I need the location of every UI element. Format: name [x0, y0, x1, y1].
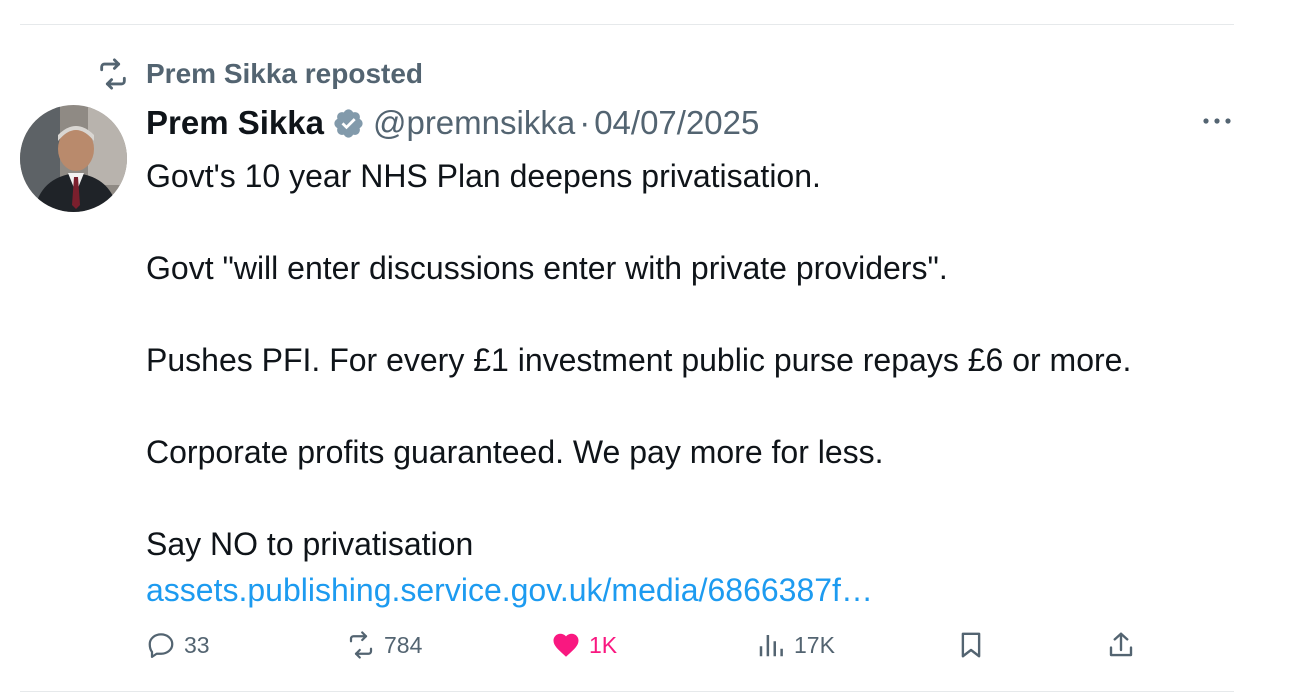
share-button[interactable]	[1106, 625, 1136, 665]
tweet-line-break	[146, 291, 1216, 337]
tweet-line-break	[146, 199, 1216, 245]
tweet-line: Govt's 10 year NHS Plan deepens privatis…	[146, 158, 821, 194]
tweet-link[interactable]: assets.publishing.service.gov.uk/media/6…	[146, 567, 1216, 613]
tweet-card[interactable]: Prem Sikka reposted Prem Sikka @premnsik…	[20, 24, 1234, 692]
more-options-icon[interactable]	[1200, 109, 1234, 133]
repost-count: 784	[384, 631, 423, 658]
action-bar: 33 784 1K 17K	[146, 625, 1146, 665]
heart-icon	[553, 633, 579, 657]
tweet-line-break	[146, 383, 1216, 429]
bookmark-icon	[961, 632, 981, 658]
tweet-text: Govt's 10 year NHS Plan deepens privatis…	[146, 153, 1216, 613]
tweet-line: Say NO to privatisation	[146, 526, 474, 562]
like-button[interactable]: 1K	[551, 625, 617, 665]
tweet-line: Pushes PFI. For every £1 investment publ…	[146, 342, 1132, 378]
reply-button[interactable]: 33	[146, 625, 210, 665]
tweet-line: Govt "will enter discussions enter with …	[146, 250, 948, 286]
header-separator: ·	[579, 104, 591, 141]
author-name[interactable]: Prem Sikka	[146, 103, 324, 143]
verified-badge-icon[interactable]	[332, 107, 365, 140]
avatar[interactable]	[20, 105, 127, 212]
tweet-date[interactable]: 04/07/2025	[594, 103, 759, 143]
bookmark-button[interactable]	[956, 625, 986, 665]
tweet-line-break	[146, 475, 1216, 521]
views-button[interactable]: 17K	[756, 625, 835, 665]
views-count: 17K	[794, 631, 835, 658]
repost-button[interactable]: 784	[346, 625, 422, 665]
author-handle[interactable]: @premnsikka	[373, 103, 575, 143]
reply-icon	[148, 633, 174, 658]
views-icon	[759, 635, 783, 657]
repost-label: Prem Sikka reposted	[146, 58, 424, 89]
repost-icon	[100, 58, 126, 90]
share-icon	[1109, 632, 1133, 657]
like-count: 1K	[589, 631, 618, 658]
repost-icon	[349, 631, 373, 659]
repost-context[interactable]: Prem Sikka reposted	[96, 57, 423, 91]
tweet-line: Corporate profits guaranteed. We pay mor…	[146, 434, 884, 470]
tweet-header: Prem Sikka @premnsikka · 04/07/2025	[146, 103, 759, 143]
reply-count: 33	[184, 631, 210, 658]
